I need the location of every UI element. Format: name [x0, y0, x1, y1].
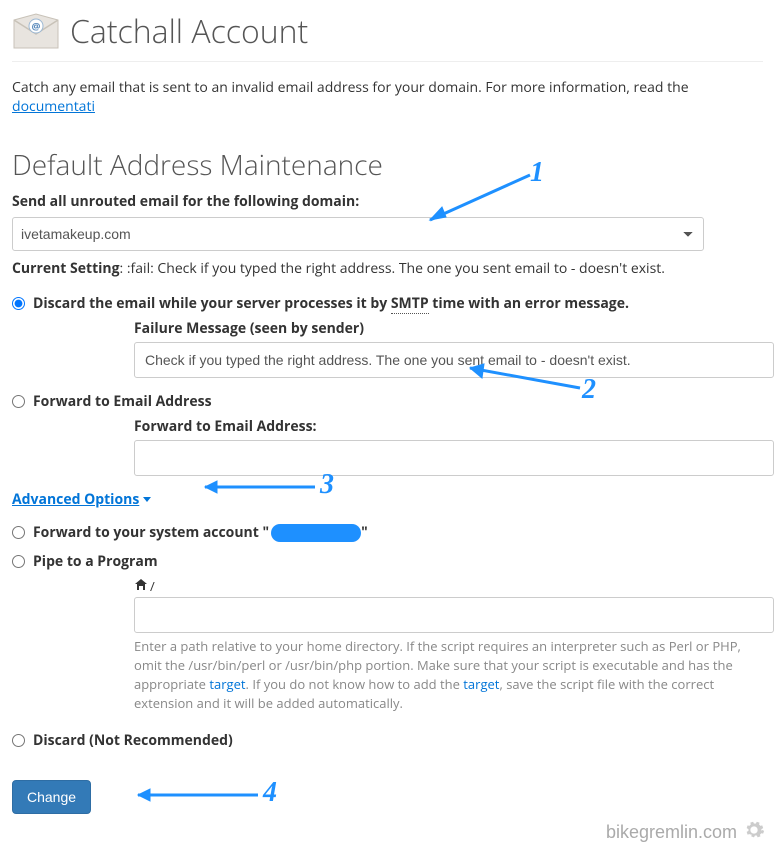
advanced-options-toggle[interactable]: Advanced Options: [12, 490, 151, 509]
annotation-3: 3: [195, 477, 325, 502]
radio-forward-email[interactable]: [12, 395, 25, 408]
envelope-at-icon: @: [12, 11, 60, 53]
forward-system-post: ": [361, 523, 368, 542]
documentation-link[interactable]: documentati: [12, 97, 95, 116]
current-setting-value: : :fail: Check if you typed the right ad…: [120, 259, 665, 278]
option-discard-smtp[interactable]: Discard the email while your server proc…: [12, 294, 763, 313]
redacted-username: [271, 524, 361, 542]
pipe-block: / Enter a path relative to your home dir…: [12, 577, 763, 712]
radio-discard-nr-label: Discard (Not Recommended): [33, 731, 233, 750]
failure-message-input[interactable]: [134, 342, 774, 378]
pipe-path-input[interactable]: [134, 597, 774, 633]
current-setting: Current Setting: :fail: Check if you typ…: [12, 259, 763, 278]
failure-message-label: Failure Message (seen by sender): [134, 319, 763, 338]
intro-text: Catch any email that is sent to an inval…: [12, 78, 763, 116]
radio-discard-nr[interactable]: [12, 734, 25, 747]
option-forward-system[interactable]: Forward to your system account " ": [12, 523, 763, 542]
forward-email-field-label: Forward to Email Address:: [134, 417, 763, 436]
page-title: Catchall Account: [70, 10, 308, 53]
current-setting-label: Current Setting: [12, 259, 120, 278]
radio-discard-smtp-label: Discard the email while your server proc…: [33, 294, 629, 313]
discard-label-pre: Discard the email while your server proc…: [33, 294, 391, 313]
option-pipe[interactable]: Pipe to a Program: [12, 552, 763, 571]
pipe-help: Enter a path relative to your home direc…: [134, 637, 762, 712]
radio-discard-smtp[interactable]: [12, 297, 25, 310]
radio-forward-system-label: Forward to your system account " ": [33, 523, 368, 542]
advanced-options-label: Advanced Options: [12, 490, 139, 509]
radio-pipe-label: Pipe to a Program: [33, 552, 158, 571]
change-button[interactable]: Change: [12, 780, 91, 814]
annotation-4-num: 4: [263, 777, 277, 809]
radio-pipe[interactable]: [12, 555, 25, 568]
watermark: bikegremlin.com: [606, 819, 765, 846]
page-header: @ Catchall Account: [12, 0, 763, 62]
target-link-2[interactable]: target: [463, 675, 499, 693]
discard-label-post: time with an error message.: [429, 294, 629, 313]
section-heading: Default Address Maintenance: [12, 146, 763, 184]
failure-message-block: Failure Message (seen by sender): [12, 319, 763, 378]
domain-label: Send all unrouted email for the followin…: [12, 192, 763, 211]
forward-email-block: Forward to Email Address:: [12, 417, 763, 476]
smtp-abbr: SMTP: [391, 294, 429, 314]
option-discard-not-recommended[interactable]: Discard (Not Recommended): [12, 731, 763, 750]
annotation-4: 4: [128, 785, 268, 810]
watermark-text: bikegremlin.com: [606, 822, 737, 843]
gear-icon: [743, 819, 765, 846]
target-link-1[interactable]: target: [209, 675, 245, 693]
home-icon: [134, 577, 148, 595]
pipe-prefix: /: [134, 577, 763, 595]
svg-text:@: @: [32, 19, 41, 33]
pipe-help-2: . If you do not know how to add the: [246, 675, 464, 693]
forward-system-pre: Forward to your system account ": [33, 523, 269, 542]
forward-email-input[interactable]: [134, 440, 774, 476]
radio-forward-email-label: Forward to Email Address: [33, 392, 212, 411]
option-forward-email[interactable]: Forward to Email Address: [12, 392, 763, 411]
radio-forward-system[interactable]: [12, 526, 25, 539]
intro-copy: Catch any email that is sent to an inval…: [12, 78, 689, 97]
chevron-down-icon: [143, 497, 151, 502]
domain-select[interactable]: ivetamakeup.com: [12, 217, 704, 251]
pipe-slash: /: [150, 577, 155, 595]
